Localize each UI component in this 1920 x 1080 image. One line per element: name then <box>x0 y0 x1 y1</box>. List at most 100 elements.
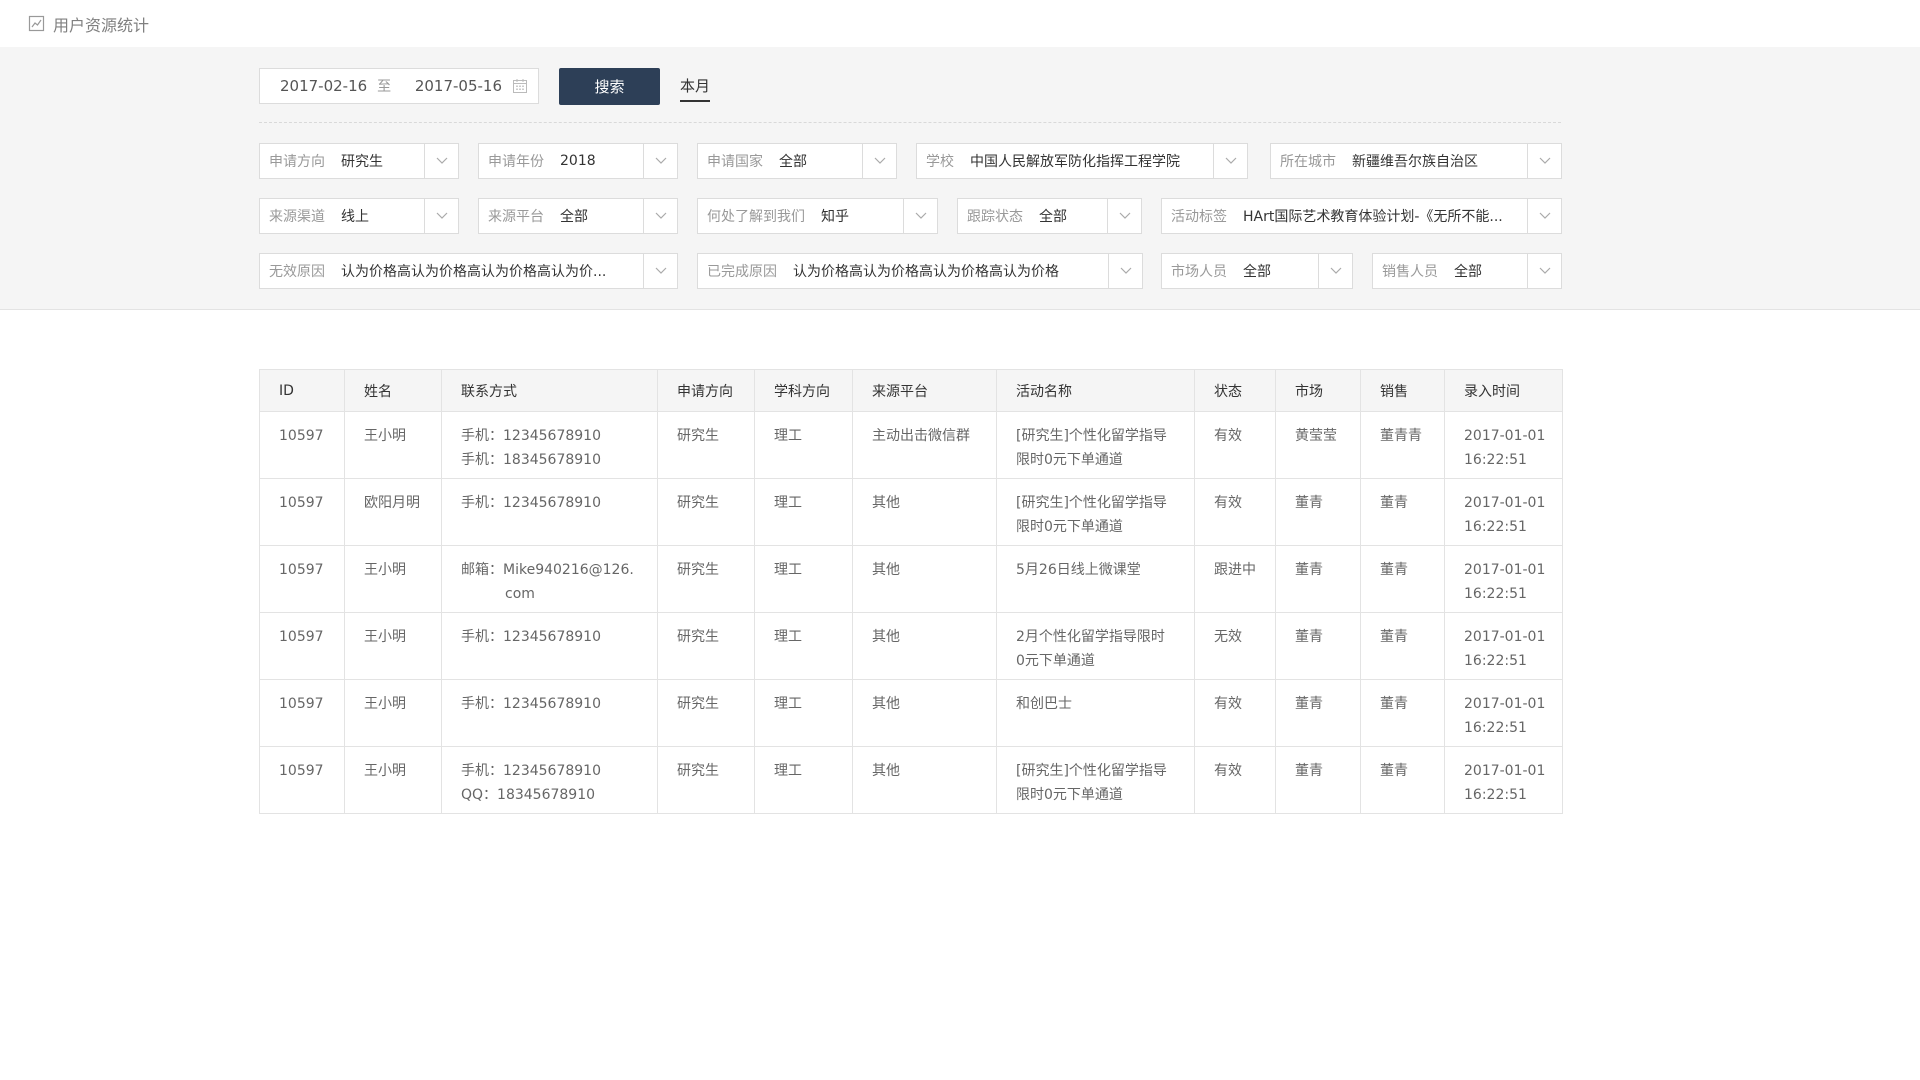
cell-sales: 董青 <box>1360 545 1445 613</box>
cell-status: 有效 <box>1194 679 1276 747</box>
table-row[interactable]: 10597 王小明 手机：12345678910 手机：18345678910 研究生理… <box>259 411 1563 479</box>
cell-direction: 研究生 <box>657 612 755 680</box>
cell-direction: 研究生 <box>657 679 755 747</box>
chevron-down-icon[interactable] <box>903 199 937 233</box>
cell-activity: [研究生]个性化留学指导 限时0元下单通道 <box>996 746 1195 814</box>
where-heard-select[interactable]: 何处了解到我们 知乎 <box>697 198 938 234</box>
cell-platform: 其他 <box>852 545 997 613</box>
table-row[interactable]: 10597 王小明 手机：12345678910 研究生 理工 其他 2月个性化留学指导限时… <box>259 612 1563 680</box>
chevron-down-icon[interactable] <box>1527 144 1561 178</box>
table-row[interactable]: 10597 欧阳月明 手机：12345678910 研究生 理工 其他 [研究生]个性化留学… <box>259 478 1563 546</box>
cell-subject: 理工 <box>754 545 853 613</box>
cell-activity: [研究生]个性化留学指导 限时0元下单通道 <box>996 478 1195 546</box>
column-header[interactable]: 销售 <box>1360 369 1445 412</box>
cell-line: 邮箱：Mike940216@126. <box>461 562 634 578</box>
city-select[interactable]: 所在城市 新疆维吾尔族自治区 <box>1270 143 1562 179</box>
cell-line: 0元下单通道 <box>1016 653 1095 669</box>
column-header[interactable]: 活动名称 <box>996 369 1195 412</box>
column-header[interactable]: 来源平台 <box>852 369 997 412</box>
table-header-row: ID 姓名 联系方式 申请方向 学科方向 来源平台 活动名称 状态 市场 销售 … <box>259 369 1563 412</box>
select-value: 线上 <box>341 209 369 225</box>
table-row[interactable]: 10597 王小明 手机：12345678910 QQ：18345678910 研究生理… <box>259 746 1563 814</box>
cell-subject: 理工 <box>754 679 853 747</box>
cell-time: 2017-01-01 16:22:51 <box>1444 612 1563 680</box>
cell-subject: 理工 <box>754 478 853 546</box>
chevron-down-icon[interactable] <box>1527 199 1561 233</box>
chevron-down-icon[interactable] <box>643 144 677 178</box>
source-platform-select[interactable]: 来源平台 全部 <box>478 198 678 234</box>
cell-platform: 其他 <box>852 478 997 546</box>
cell-direction: 研究生 <box>657 478 755 546</box>
date-range-picker[interactable]: 2017-02-16 至 2017-05-16 <box>259 68 539 104</box>
invalid-reason-select[interactable]: 无效原因 认为价格高认为价格高认为价格高认为价... <box>259 253 678 289</box>
table-row[interactable]: 10597 王小明 手机：12345678910 研究生 理工 其他 和创巴士 有效 董青 董青 2… <box>259 679 1563 747</box>
cell-line: 2017-01-01 <box>1464 495 1546 511</box>
column-header[interactable]: 联系方式 <box>441 369 658 412</box>
chevron-down-icon[interactable] <box>1318 254 1352 288</box>
cell-line: 限时0元下单通道 <box>1016 787 1123 803</box>
cell-line: com <box>505 586 535 602</box>
track-status-select[interactable]: 跟踪状态 全部 <box>957 198 1142 234</box>
select-label: 申请方向 <box>269 154 325 170</box>
column-header[interactable]: 姓名 <box>344 369 442 412</box>
chevron-down-icon[interactable] <box>1107 199 1141 233</box>
search-button[interactable]: 搜索 <box>559 67 660 105</box>
chevron-down-icon[interactable] <box>1108 254 1142 288</box>
select-value: 全部 <box>560 209 588 225</box>
select-label: 所在城市 <box>1280 154 1336 170</box>
chevron-down-icon[interactable] <box>1213 144 1247 178</box>
column-header[interactable]: 录入时间 <box>1444 369 1563 412</box>
cell-line: 2月个性化留学指导限时 <box>1016 629 1165 645</box>
column-header[interactable]: 状态 <box>1194 369 1276 412</box>
select-label: 无效原因 <box>269 264 325 280</box>
cell-line: 限时0元下单通道 <box>1016 452 1123 468</box>
cell-subject: 理工 <box>754 411 853 479</box>
cell-direction: 研究生 <box>657 545 755 613</box>
sales-staff-select[interactable]: 销售人员 全部 <box>1372 253 1562 289</box>
select-value: 新疆维吾尔族自治区 <box>1352 154 1478 170</box>
column-header[interactable]: 学科方向 <box>754 369 853 412</box>
cell-line: 16:22:51 <box>1464 720 1527 736</box>
cell-line: 2017-01-01 <box>1464 696 1546 712</box>
cell-id: 10597 <box>259 746 345 814</box>
this-month-link[interactable]: 本月 <box>680 75 711 102</box>
end-date[interactable]: 2017-05-16 <box>415 77 512 95</box>
cell-activity: [研究生]个性化留学指导 限时0元下单通道 <box>996 411 1195 479</box>
divider <box>259 122 1561 123</box>
apply-country-select[interactable]: 申请国家 全部 <box>697 143 897 179</box>
chevron-down-icon[interactable] <box>1527 254 1561 288</box>
chevron-down-icon[interactable] <box>862 144 896 178</box>
source-channel-select[interactable]: 来源渠道 线上 <box>259 198 459 234</box>
results-table-container: ID 姓名 联系方式 申请方向 学科方向 来源平台 活动名称 状态 市场 销售 … <box>259 369 1563 814</box>
cell-name: 欧阳月明 <box>344 478 442 546</box>
cell-activity: 和创巴士 <box>996 679 1195 747</box>
school-select[interactable]: 学校 中国人民解放军防化指挥工程学院 <box>916 143 1248 179</box>
cell-line: 16:22:51 <box>1464 519 1527 535</box>
apply-year-select[interactable]: 申请年份 2018 <box>478 143 678 179</box>
select-label: 活动标签 <box>1171 209 1227 225</box>
cell-id: 10597 <box>259 411 345 479</box>
column-header[interactable]: ID <box>259 369 345 412</box>
chevron-down-icon[interactable] <box>643 199 677 233</box>
cell-name: 王小明 <box>344 545 442 613</box>
activity-tag-select[interactable]: 活动标签 HArt国际艺术教育体验计划-《无所不能... <box>1161 198 1562 234</box>
cell-time: 2017-01-01 16:22:51 <box>1444 411 1563 479</box>
chevron-down-icon[interactable] <box>424 199 458 233</box>
cell-market: 董青 <box>1275 612 1361 680</box>
completed-reason-select[interactable]: 已完成原因 认为价格高认为价格高认为价格高认为价格 <box>697 253 1143 289</box>
chevron-down-icon[interactable] <box>643 254 677 288</box>
select-label: 跟踪状态 <box>967 209 1023 225</box>
apply-direction-select[interactable]: 申请方向 研究生 <box>259 143 459 179</box>
start-date[interactable]: 2017-02-16 <box>280 77 377 95</box>
page-header: 用户资源统计 <box>0 0 1920 47</box>
cell-subject: 理工 <box>754 612 853 680</box>
date-row: 2017-02-16 至 2017-05-16 搜索 本月 <box>259 67 711 105</box>
table-row[interactable]: 10597 王小明 邮箱：Mike940216@126. com 研究生 理工 其他 5月26… <box>259 545 1563 613</box>
chart-icon <box>28 15 45 32</box>
marketing-staff-select[interactable]: 市场人员 全部 <box>1161 253 1353 289</box>
chevron-down-icon[interactable] <box>424 144 458 178</box>
calendar-icon[interactable] <box>512 78 528 94</box>
column-header[interactable]: 申请方向 <box>657 369 755 412</box>
column-header[interactable]: 市场 <box>1275 369 1361 412</box>
select-label: 已完成原因 <box>707 264 777 280</box>
